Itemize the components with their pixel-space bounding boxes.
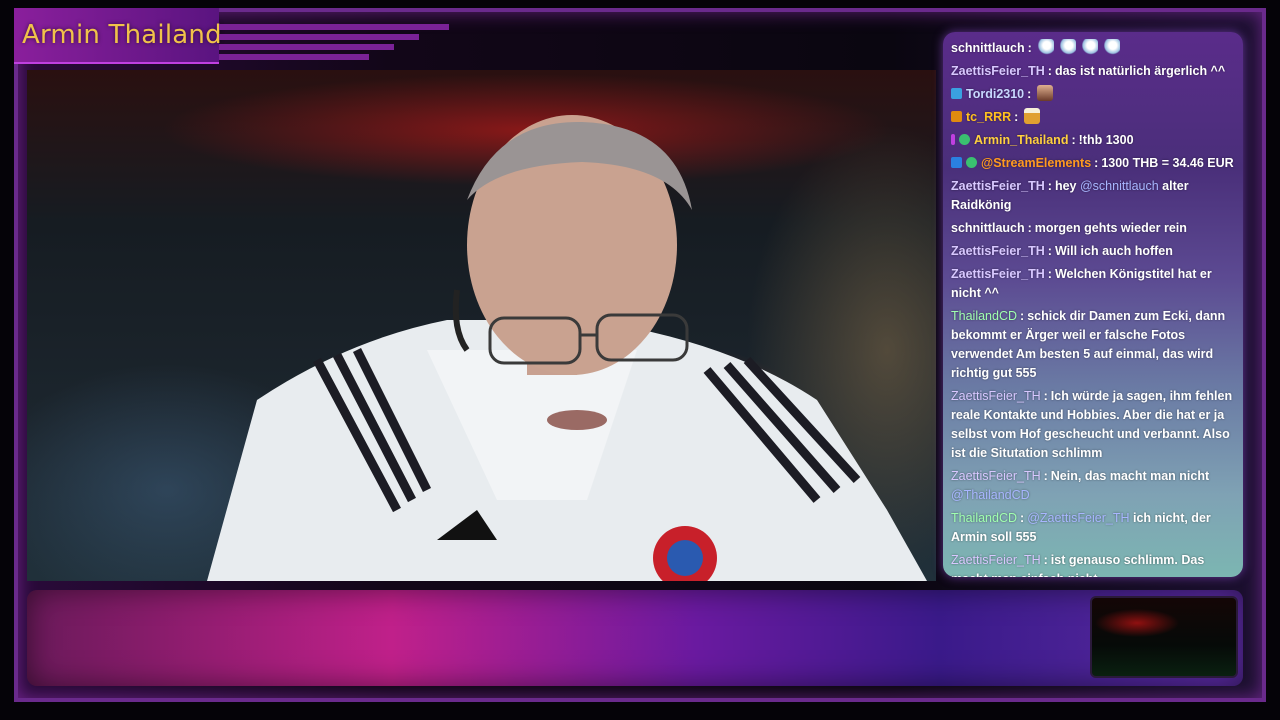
chat-username: ZaettisFeier_TH [951, 267, 1045, 281]
chat-message: Tordi2310: [949, 84, 1243, 107]
chat-text: Nein, das macht man nicht [1050, 469, 1210, 483]
chat-text: 1300 THB = 34.46 EUR [1101, 156, 1234, 170]
chat-message: ZaettisFeier_TH: hey @schnittlauch alter … [949, 176, 1243, 218]
sub-badge-icon [951, 88, 962, 99]
chat-mention[interactable]: @ZaettisFeier_TH [1027, 511, 1129, 525]
verified-badge-icon [966, 157, 977, 168]
chat-message: ZaettisFeier_TH: Nein, das macht man nich… [949, 466, 1243, 508]
bird-emote-icon [1037, 39, 1054, 55]
title-decoration-bar [219, 34, 419, 40]
chat-mention[interactable]: @schnittlauch [1080, 179, 1159, 193]
chat-separator: : [1027, 41, 1032, 55]
chat-message: ThailandCD: schick dir Damen zum Ecki, da… [949, 306, 1243, 386]
chat-message: schnittlauch: morgen gehts wieder rein [949, 218, 1243, 241]
chat-separator: : [1027, 87, 1032, 101]
chat-username: @StreamElements [981, 156, 1092, 170]
chat-username: ThailandCD [951, 511, 1018, 525]
chat-separator: : [1094, 156, 1099, 170]
chat-message: ThailandCD: @ZaettisFeier_TH ich nicht, d… [949, 508, 1243, 550]
chat-username: ZaettisFeier_TH [951, 64, 1045, 78]
chat-panel: schnittlauch: ZaettisFeier_TH: das ist na… [943, 32, 1243, 577]
title-decoration-bar [219, 44, 394, 50]
beer-emote-icon [1024, 108, 1041, 124]
chat-message: tc_RRR: [949, 107, 1243, 130]
chat-message: ZaettisFeier_TH: ist genauso schlimm. Das… [949, 550, 1243, 577]
chat-username: ZaettisFeier_TH [951, 553, 1041, 567]
chat-message: ZaettisFeier_TH: das ist natürlich ärgerl… [949, 61, 1243, 84]
bot-badge-icon [951, 157, 962, 168]
bottom-banner [27, 590, 1243, 686]
chat-separator: : [1047, 64, 1052, 78]
chat-message: @StreamElements:1300 THB = 34.46 EUR [949, 153, 1243, 176]
chat-text: das ist natürlich ärgerlich ^^ [1054, 64, 1226, 78]
chat-separator: : [1047, 244, 1052, 258]
bird-emote-icon [1059, 39, 1076, 55]
chat-separator: : [1027, 221, 1032, 235]
chat-text: morgen gehts wieder rein [1034, 221, 1187, 235]
title-decoration-bar [219, 24, 449, 30]
chat-message: ZaettisFeier_TH: Will ich auch hoffen [949, 241, 1243, 264]
secondary-camera-feed [1090, 596, 1238, 678]
streamer-video-frame [207, 115, 927, 581]
bird-emote-icon [1103, 39, 1120, 55]
chat-username: schnittlauch [951, 221, 1025, 235]
sub-badge-icon [951, 111, 962, 122]
chat-username: Armin_Thailand [974, 133, 1069, 147]
chat-separator: : [1020, 309, 1025, 323]
webcam-feed [27, 70, 936, 581]
chat-text: hey [1054, 179, 1077, 193]
chat-message-list: schnittlauch: ZaettisFeier_TH: das ist na… [949, 38, 1243, 577]
chat-separator: : [1043, 389, 1048, 403]
chat-separator: : [1047, 179, 1052, 193]
chat-username: tc_RRR [966, 110, 1012, 124]
chat-separator: : [1014, 110, 1019, 124]
chat-separator: : [1020, 511, 1025, 525]
chat-separator: : [1071, 133, 1076, 147]
chat-separator: : [1047, 267, 1052, 281]
chat-username: ZaettisFeier_TH [951, 389, 1041, 403]
chat-separator: : [1043, 469, 1048, 483]
broadcaster-badge-icon [951, 134, 955, 145]
chat-mention[interactable]: @ThailandCD [951, 488, 1030, 502]
chat-text: Will ich auch hoffen [1054, 244, 1173, 258]
chat-message: schnittlauch: [949, 38, 1243, 61]
chat-separator: : [1043, 553, 1048, 567]
chat-message: ZaettisFeier_TH: Ich würde ja sagen, ihm … [949, 386, 1243, 466]
chat-message: Armin_Thailand: !thb 1300 [949, 130, 1243, 153]
chat-username: ZaettisFeier_TH [951, 244, 1045, 258]
chat-username: ZaettisFeier_TH [951, 179, 1045, 193]
chat-username: Tordi2310 [966, 87, 1025, 101]
face-emote-icon [1037, 85, 1054, 101]
streamer-name: Armin Thailand [22, 20, 222, 50]
chat-message: ZaettisFeier_TH: Welchen Königstitel hat … [949, 264, 1243, 306]
verified-badge-icon [959, 134, 970, 145]
chat-username: schnittlauch [951, 41, 1025, 55]
bird-emote-icon [1081, 39, 1098, 55]
chat-text: !thb 1300 [1078, 133, 1134, 147]
title-decoration-bar [219, 54, 369, 60]
chat-username: ZaettisFeier_TH [951, 469, 1041, 483]
chat-username: ThailandCD [951, 309, 1018, 323]
